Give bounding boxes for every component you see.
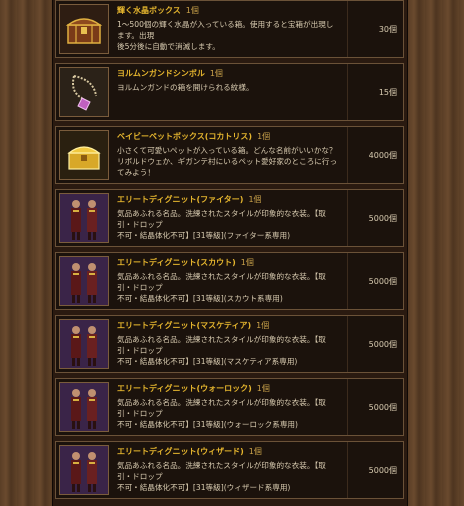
item-price: 5000個 — [347, 253, 399, 309]
item-title[interactable]: エリートディグニット(ファイター) 1個 — [117, 194, 339, 205]
treasure-chest-icon — [59, 4, 109, 54]
item-title[interactable]: 輝く水晶ボックス 1個 — [117, 5, 339, 16]
item-price: 5000個 — [347, 316, 399, 372]
item-description: 気品あふれる名品。洗練されたスタイルが印象的な衣装。【取引・ドロップ 不可・結晶… — [117, 335, 326, 366]
list-item[interactable]: エリートディグニット(スカウト) 1個 気品あふれる名品。洗練されたスタイルが印象… — [55, 252, 404, 310]
item-price: 30個 — [347, 1, 399, 57]
item-description: 1～500個の輝く水晶が入っている箱。使用すると宝箱が出現します。出現 後5分後… — [117, 20, 334, 51]
costume-figures-icon — [59, 319, 109, 369]
item-title[interactable]: エリートディグニット(ウィザード) 1個 — [117, 446, 339, 457]
list-item[interactable]: エリートディグニット(ウォーロック) 1個 気品あふれる名品。洗練されたスタイルが… — [55, 378, 404, 436]
list-item[interactable]: ヨルムンガンドシンボル 1個 ヨルムンガンドの箱を開けられる紋様。 15個 — [55, 63, 404, 121]
list-item[interactable]: エリートディグニット(ファイター) 1個 気品あふれる名品。洗練されたスタイルが印… — [55, 189, 404, 247]
item-price: 4000個 — [347, 127, 399, 183]
costume-figures-icon — [59, 256, 109, 306]
costume-figures-icon — [59, 382, 109, 432]
item-title[interactable]: ベイビーペットボックス(コカトリス) 1個 — [117, 131, 339, 142]
item-description: ヨルムンガンドの箱を開けられる紋様。 — [117, 83, 254, 92]
item-description: 小さくて可愛いペットが入っている箱。どんな名前がいいかな？ リボルドウェか、ギガ… — [117, 146, 338, 177]
item-price: 5000個 — [347, 442, 399, 498]
gold-chest-icon — [59, 130, 109, 180]
list-item[interactable]: エリートディグニット(マスケティア) 1個 気品あふれる名品。洗練されたスタイルが… — [55, 315, 404, 373]
item-price: 15個 — [347, 64, 399, 120]
item-description: 気品あふれる名品。洗練されたスタイルが印象的な衣装。【取引・ドロップ 不可・結晶… — [117, 272, 326, 303]
item-description: 気品あふれる名品。洗練されたスタイルが印象的な衣装。【取引・ドロップ 不可・結晶… — [117, 398, 326, 429]
item-price: 5000個 — [347, 379, 399, 435]
item-title[interactable]: エリートディグニット(ウォーロック) 1個 — [117, 383, 339, 394]
costume-figures-icon — [59, 193, 109, 243]
item-title[interactable]: エリートディグニット(スカウト) 1個 — [117, 257, 339, 268]
list-item[interactable]: 輝く水晶ボックス 1個 1～500個の輝く水晶が入っている箱。使用すると宝箱が出現… — [55, 0, 404, 58]
item-price: 5000個 — [347, 190, 399, 246]
list-item[interactable]: ベイビーペットボックス(コカトリス) 1個 小さくて可愛いペットが入っている箱。ど… — [55, 126, 404, 184]
item-title[interactable]: ヨルムンガンドシンボル 1個 — [117, 68, 339, 79]
item-title[interactable]: エリートディグニット(マスケティア) 1個 — [117, 320, 339, 331]
item-description: 気品あふれる名品。洗練されたスタイルが印象的な衣装。【取引・ドロップ 不可・結晶… — [117, 209, 326, 240]
costume-figures-icon — [59, 445, 109, 495]
list-item[interactable]: エリートディグニット(ウィザード) 1個 気品あふれる名品。洗練されたスタイルが印… — [55, 441, 404, 499]
pendant-necklace-icon — [59, 67, 109, 117]
item-description: 気品あふれる名品。洗練されたスタイルが印象的な衣装。【取引・ドロップ 不可・結晶… — [117, 461, 326, 492]
